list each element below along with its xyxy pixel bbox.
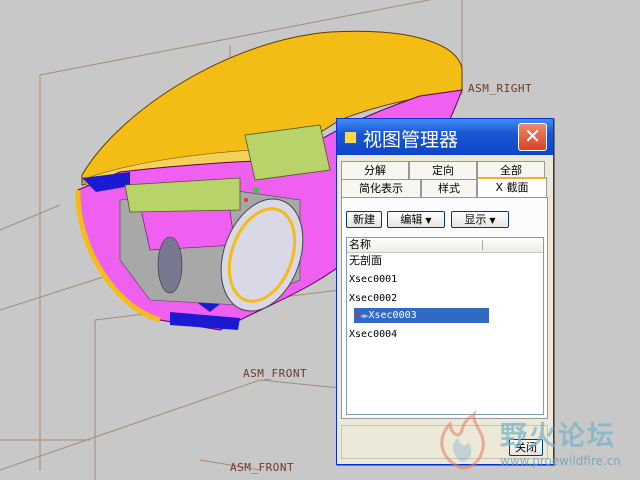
list-item[interactable]: Xsec0002 bbox=[349, 291, 397, 306]
list-item[interactable]: Xsec0001 bbox=[349, 272, 397, 287]
plane-label-front-2[interactable]: ASM_FRONT bbox=[230, 461, 294, 474]
green-part-right bbox=[244, 124, 331, 181]
marker-red bbox=[244, 198, 248, 202]
section-list[interactable]: 名称 无剖面 Xsec0001 Xsec0002 ➜◀▶Xsec0003 Xse… bbox=[346, 237, 544, 415]
list-item[interactable]: Xsec0004 bbox=[349, 327, 397, 342]
column-divider[interactable] bbox=[482, 240, 483, 250]
display-button[interactable]: 显示 ▼ bbox=[451, 211, 509, 228]
list-header[interactable]: 名称 bbox=[347, 238, 543, 253]
list-item-label: Xsec0003 bbox=[368, 310, 417, 321]
dialog-title: 视图管理器 bbox=[363, 129, 459, 151]
watermark: 野火论坛 www.proewildfire.cn bbox=[430, 410, 640, 480]
plane-label-front[interactable]: ASM_FRONT bbox=[243, 367, 307, 380]
watermark-text: 野火论坛 bbox=[500, 421, 616, 452]
plane-label-right[interactable]: ASM_RIGHT bbox=[468, 82, 532, 95]
list-item[interactable]: 无剖面 bbox=[349, 253, 382, 268]
tab-orient[interactable]: 定向 bbox=[409, 161, 477, 179]
list-item-label: Xsec0002 bbox=[349, 293, 398, 304]
list-item-label: Xsec0001 bbox=[349, 274, 398, 285]
chevron-down-icon: ▼ bbox=[489, 216, 496, 225]
list-item-label: 无剖面 bbox=[349, 254, 382, 267]
marker-green bbox=[253, 187, 259, 193]
tab-x-section[interactable]: X 截面 bbox=[477, 177, 547, 197]
dialog-titlebar[interactable]: 视图管理器 ✕ bbox=[337, 119, 553, 155]
chevron-down-icon: ▼ bbox=[425, 216, 432, 225]
new-button[interactable]: 新建 bbox=[346, 211, 382, 228]
flame-logo-icon bbox=[440, 410, 485, 470]
new-button-label: 新建 bbox=[353, 213, 375, 226]
tab-explode[interactable]: 分解 bbox=[341, 161, 409, 179]
list-item-label: Xsec0004 bbox=[349, 329, 398, 340]
edit-button[interactable]: 编辑 ▼ bbox=[387, 211, 445, 228]
edit-button-label: 编辑 bbox=[400, 213, 423, 226]
window-icon bbox=[344, 131, 357, 144]
list-item-selected[interactable]: ➜◀▶Xsec0003 bbox=[354, 308, 489, 323]
tab-simplified-rep[interactable]: 简化表示 bbox=[341, 179, 421, 197]
column-name: 名称 bbox=[349, 238, 371, 251]
display-button-label: 显示 bbox=[464, 213, 487, 226]
axle bbox=[157, 236, 183, 294]
watermark-url: www.proewildfire.cn bbox=[500, 454, 621, 468]
close-icon[interactable]: ✕ bbox=[518, 123, 547, 151]
tab-style[interactable]: 样式 bbox=[421, 179, 477, 197]
